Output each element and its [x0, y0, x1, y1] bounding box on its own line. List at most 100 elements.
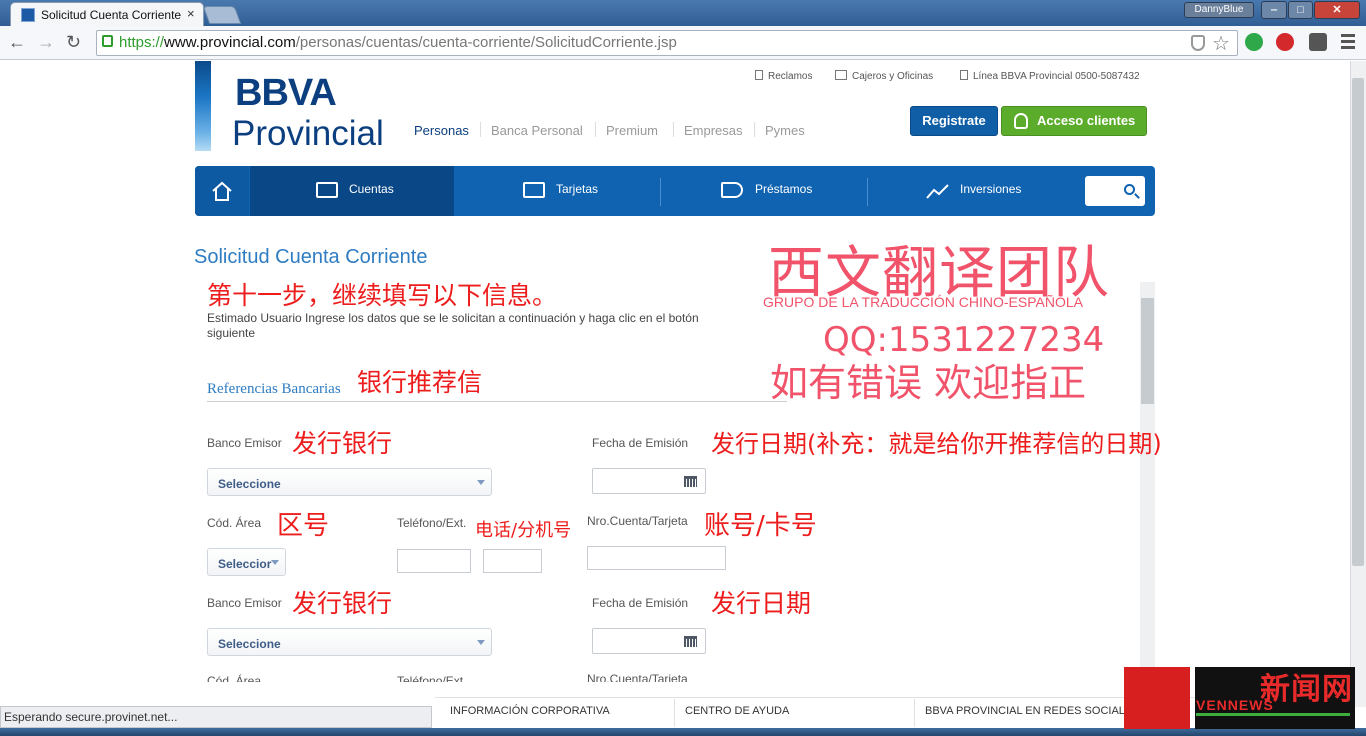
- label-telefono-3: Teléfono/Ext.: [397, 674, 467, 682]
- fecha-emision-input-2[interactable]: [592, 628, 706, 654]
- home-icon: [212, 181, 232, 201]
- chevron-down-icon: [271, 560, 279, 565]
- footer-informacion-corporativa[interactable]: INFORMACIÓN CORPORATIVA: [450, 705, 610, 717]
- segment-divider: [754, 122, 755, 137]
- loan-icon: [721, 182, 743, 198]
- menu-icon[interactable]: [1341, 34, 1355, 50]
- acceso-clientes-button[interactable]: Acceso clientes: [1001, 106, 1147, 136]
- footer-redes-sociales[interactable]: BBVA PROVINCIAL EN REDES SOCIALES: [925, 705, 1140, 717]
- extension-red-icon[interactable]: [1276, 33, 1294, 51]
- section-title-referencias: Referencias Bancarias: [207, 381, 341, 397]
- extension-input[interactable]: [483, 549, 542, 573]
- profile-badge[interactable]: DannyBlue: [1184, 2, 1254, 18]
- label-nro-cuenta-3: Nro.Cuenta/Tarjeta: [587, 672, 688, 682]
- segment-divider: [595, 122, 596, 137]
- nav-cuentas-label: Cuentas: [349, 182, 394, 196]
- annotation-issuing-bank: 发行银行: [292, 429, 393, 458]
- os-taskbar: [0, 728, 1366, 736]
- star-icon[interactable]: ☆: [1212, 31, 1230, 56]
- calendar-icon[interactable]: [684, 476, 697, 487]
- logo-provincial[interactable]: Provincial: [232, 114, 384, 154]
- page-scroll-thumb[interactable]: [1352, 78, 1364, 566]
- chevron-down-icon: [477, 640, 485, 645]
- footer-divider: [674, 699, 675, 727]
- credit-card-icon: [523, 182, 545, 198]
- annotation-account: 账号/卡号: [704, 511, 817, 541]
- annotation-issuing-bank-2: 发行银行: [292, 589, 393, 618]
- lock-icon: [102, 35, 113, 47]
- label-fecha-emision: Fecha de Emisión: [592, 436, 689, 450]
- segment-pymes[interactable]: Pymes: [765, 123, 805, 138]
- segment-banca-personal[interactable]: Banca Personal: [491, 123, 583, 138]
- bbva-favicon-icon: [21, 8, 35, 22]
- browser-tab[interactable]: Solicitud Cuenta Corriente ×: [10, 2, 204, 26]
- telefono-input[interactable]: [397, 549, 471, 573]
- nav-tarjetas[interactable]: Tarjetas: [556, 182, 598, 196]
- nro-cuenta-input[interactable]: [587, 546, 726, 570]
- registrate-button[interactable]: Registrate: [910, 106, 998, 136]
- segment-divider: [480, 122, 481, 137]
- segment-empresas[interactable]: Empresas: [684, 123, 743, 138]
- corner-logo-en: VENNEWS: [1196, 697, 1274, 713]
- cod-area-select-value: Seleccior: [218, 557, 272, 571]
- calendar-icon[interactable]: [684, 636, 697, 647]
- tab-title: Solicitud Cuenta Corriente: [41, 8, 182, 22]
- logo-bbva[interactable]: BBVA: [235, 72, 337, 115]
- search-icon[interactable]: [1124, 184, 1135, 195]
- footer-divider: [914, 699, 915, 727]
- annotation-area-code: 区号: [277, 511, 330, 541]
- url-text[interactable]: https://www.provincial.com/personas/cuen…: [119, 34, 677, 51]
- util-link-reclamos[interactable]: Reclamos: [755, 70, 812, 82]
- footer-centro-ayuda[interactable]: CENTRO DE AYUDA: [685, 705, 789, 717]
- nav-inversiones[interactable]: Inversiones: [960, 182, 1021, 196]
- watermark-correction: 如有错误 欢迎指正: [770, 361, 1087, 405]
- extension-dark-icon[interactable]: [1309, 33, 1327, 51]
- label-banco-emisor-2: Banco Emisor: [207, 596, 282, 610]
- section-divider: [207, 401, 787, 402]
- segment-divider: [673, 122, 674, 137]
- shield-icon[interactable]: [1191, 35, 1205, 51]
- fecha-emision-input[interactable]: [592, 468, 706, 494]
- label-nro-cuenta: Nro.Cuenta/Tarjeta: [587, 514, 688, 528]
- status-bar: Esperando secure.provinet.net...: [0, 706, 432, 728]
- nav-divider: [867, 178, 868, 206]
- back-arrow-icon[interactable]: ←: [8, 32, 26, 53]
- close-window-button[interactable]: ✕: [1314, 1, 1360, 19]
- label-fecha-emision-2: Fecha de Emisión: [592, 596, 689, 610]
- annotation-phone: 电话/分机号: [475, 520, 572, 541]
- page-title: Solicitud Cuenta Corriente: [194, 246, 428, 268]
- reload-icon[interactable]: ↻: [66, 32, 81, 53]
- segment-premium[interactable]: Premium: [606, 123, 658, 138]
- banco-emisor-select-2-value: Seleccione: [218, 637, 281, 651]
- annotation-references: 银行推荐信: [357, 368, 483, 397]
- segment-personas[interactable]: Personas: [414, 123, 469, 138]
- new-tab-button[interactable]: [202, 6, 242, 24]
- extension-green-icon[interactable]: [1245, 33, 1263, 51]
- user-icon: [1014, 113, 1028, 129]
- maximize-button[interactable]: □: [1288, 1, 1313, 19]
- util-link-cajeros[interactable]: Cajeros y Oficinas: [835, 70, 933, 82]
- account-card-icon: [316, 182, 338, 198]
- corner-logo-cn: 新闻网: [1260, 672, 1353, 707]
- forward-arrow-icon[interactable]: →: [37, 32, 55, 53]
- annotation-issue-date-short: 发行日期: [711, 589, 812, 618]
- atm-icon: [835, 70, 847, 80]
- util-link-linea[interactable]: Línea BBVA Provincial 0500-5087432: [960, 70, 1140, 82]
- chart-trend-icon: [926, 184, 949, 199]
- tab-close-icon[interactable]: ×: [187, 6, 195, 21]
- banco-emisor-select-2[interactable]: Seleccione: [207, 628, 492, 656]
- nav-search-input[interactable]: [1085, 176, 1145, 206]
- minimize-button[interactable]: ‒: [1261, 1, 1287, 19]
- label-banco-emisor: Banco Emisor: [207, 436, 282, 450]
- row-cut-off: Cód. Área Teléfono/Ext. Nro.Cuenta/Tarje…: [195, 672, 1135, 682]
- url-host: www.provincial.com: [164, 34, 296, 51]
- banco-emisor-select-value: Seleccione: [218, 477, 281, 491]
- banco-emisor-select[interactable]: Seleccione: [207, 468, 492, 496]
- form-scroll-thumb[interactable]: [1141, 298, 1154, 404]
- document-icon: [755, 70, 763, 80]
- intro-text: Estimado Usuario Ingrese los datos que s…: [207, 311, 699, 340]
- watermark-team-es: GRUPO DE LA TRADUCCIÓN CHINO-ESPAÑOLA: [763, 294, 1083, 310]
- cod-area-select[interactable]: Seleccior: [207, 548, 286, 576]
- label-telefono: Teléfono/Ext.: [397, 516, 467, 530]
- nav-prestamos[interactable]: Préstamos: [755, 182, 812, 196]
